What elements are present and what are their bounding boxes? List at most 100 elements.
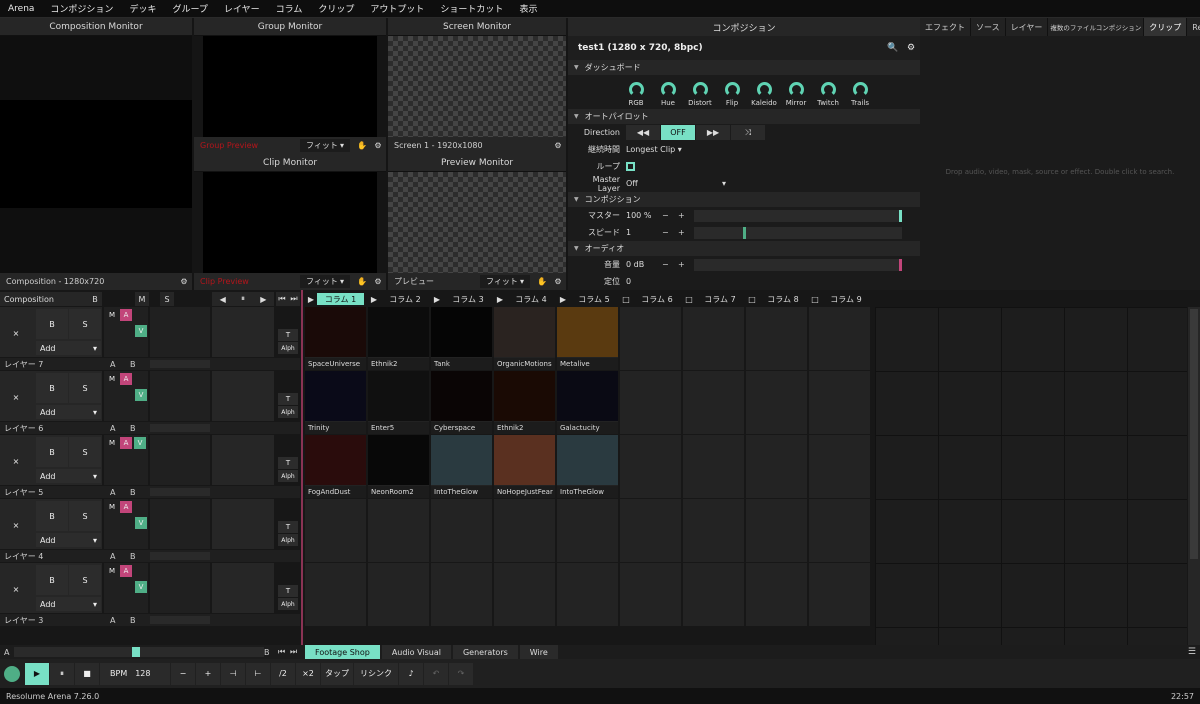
layer-t-button[interactable]: T <box>278 329 298 341</box>
loop-checkbox[interactable] <box>626 162 635 171</box>
skip-fwd-icon[interactable]: ⏭ <box>290 294 297 304</box>
layer-alpha-button[interactable]: Alph <box>278 470 298 482</box>
bypass-button[interactable]: B <box>36 437 68 467</box>
layer-v-button[interactable]: V <box>135 389 147 401</box>
layer-a-button[interactable]: A <box>120 501 132 513</box>
clip-slot[interactable] <box>746 499 808 563</box>
pause-button[interactable]: ⏸ <box>50 662 74 685</box>
skip-back-icon[interactable]: ⏮ <box>278 294 285 304</box>
composition-monitor-view[interactable] <box>0 36 192 273</box>
clip-thumbnail[interactable] <box>557 307 618 357</box>
clip-slot[interactable]: NeonRoom2 <box>368 435 430 499</box>
clip-slot[interactable] <box>431 499 493 563</box>
stop-button[interactable]: ■ <box>75 662 99 685</box>
prev-icon[interactable]: ◀ <box>220 295 226 304</box>
tab-layer[interactable]: レイヤー <box>1006 18 1049 36</box>
gear-icon[interactable]: ⚙ <box>902 43 920 53</box>
clip-thumbnail[interactable] <box>494 435 555 485</box>
plus-button[interactable]: + <box>678 228 694 237</box>
layer-a-button[interactable]: A <box>120 565 132 577</box>
column-header-2[interactable]: ▶ コラム 2 <box>368 292 430 306</box>
clip-slot[interactable]: Galactucity <box>557 371 619 435</box>
comp-m-button[interactable]: M <box>135 292 149 306</box>
knob-trails[interactable]: Trails <box>848 82 872 107</box>
clip-thumbnail[interactable] <box>557 371 618 421</box>
clip-slot[interactable]: SpaceUniverse <box>305 307 367 371</box>
clip-slot[interactable] <box>368 563 430 627</box>
layer-a-label[interactable]: A <box>110 360 130 369</box>
hand-icon[interactable]: ✋ <box>534 277 550 286</box>
clip-slot[interactable] <box>431 563 493 627</box>
clip-slot[interactable] <box>620 435 682 499</box>
layer-opacity-slider[interactable] <box>150 424 210 432</box>
layer-a-button[interactable]: A <box>120 309 132 321</box>
clip-slot[interactable] <box>620 371 682 435</box>
bpm-plus-button[interactable]: + <box>196 662 220 685</box>
add-effect-dropdown[interactable]: Add ▾ <box>36 597 101 611</box>
layer-name[interactable]: レイヤー 7 <box>0 359 110 370</box>
clip-slot[interactable] <box>620 307 682 371</box>
layer-t-button[interactable]: T <box>278 585 298 597</box>
clip-thumbnail[interactable] <box>305 307 366 357</box>
audio-section[interactable]: オーディオ <box>568 241 920 256</box>
clip-slot[interactable] <box>683 371 745 435</box>
column-header-7[interactable]: □ コラム 7 <box>683 292 745 306</box>
layer-name[interactable]: レイヤー 5 <box>0 487 110 498</box>
menu-group[interactable]: グループ <box>164 2 215 15</box>
gear-icon[interactable]: ⚙ <box>176 277 192 286</box>
rewind-button[interactable]: ◀◀ <box>626 125 660 140</box>
clip-slot[interactable]: Ethnik2 <box>368 307 430 371</box>
forward-button[interactable]: ▶▶ <box>696 125 730 140</box>
double-bpm-button[interactable]: ×2 <box>296 662 320 685</box>
clip-slot[interactable]: IntoTheGlow <box>431 435 493 499</box>
layer-b-label[interactable]: B <box>130 552 150 561</box>
column-header-9[interactable]: □ コラム 9 <box>809 292 871 306</box>
minus-button[interactable]: − <box>662 211 678 220</box>
metronome-icon[interactable]: ♪ <box>399 662 423 685</box>
clip-slot[interactable] <box>557 563 619 627</box>
checkbox-icon[interactable]: □ <box>620 295 632 304</box>
clip-slot[interactable] <box>746 563 808 627</box>
clip-slot[interactable]: Tank <box>431 307 493 371</box>
column-header-5[interactable]: ▶ コラム 5 <box>557 292 619 306</box>
layer-name[interactable]: レイヤー 4 <box>0 551 110 562</box>
layer-t-button[interactable]: T <box>278 393 298 405</box>
layer-opacity-slider[interactable] <box>150 488 210 496</box>
clip-thumbnail[interactable] <box>431 435 492 485</box>
clip-thumbnail[interactable] <box>431 307 492 357</box>
nudge-forward-button[interactable]: ⊢ <box>246 662 270 685</box>
hand-icon[interactable]: ✋ <box>354 141 370 150</box>
layer-name[interactable]: レイヤー 3 <box>0 615 110 626</box>
nudge-back-button[interactable]: ⊣ <box>221 662 245 685</box>
layer-v-button[interactable]: V <box>135 581 147 593</box>
clip-slot[interactable] <box>683 307 745 371</box>
duration-dropdown[interactable]: Longest Clip ▾ <box>626 145 682 154</box>
hand-icon[interactable]: ✋ <box>354 277 370 286</box>
clip-slot[interactable] <box>620 563 682 627</box>
layer-t-button[interactable]: T <box>278 457 298 469</box>
skip-fwd-icon[interactable]: ⏭ <box>290 647 297 657</box>
preview-monitor-view[interactable] <box>388 172 566 273</box>
clip-slot[interactable] <box>305 563 367 627</box>
redo-icon[interactable]: ↷ <box>449 662 473 685</box>
layer-opacity-slider[interactable] <box>150 616 210 624</box>
master-layer-dropdown[interactable]: Off ▾ <box>626 179 726 188</box>
gear-icon[interactable]: ⚙ <box>550 141 566 150</box>
layer-alpha-button[interactable]: Alph <box>278 598 298 610</box>
clip-thumbnail[interactable] <box>557 435 618 485</box>
play-icon[interactable]: ▶ <box>305 295 317 304</box>
play-icon[interactable]: ▶ <box>431 295 443 304</box>
checkbox-icon[interactable]: □ <box>746 295 758 304</box>
clip-thumbnail[interactable] <box>305 435 366 485</box>
layer-a-label[interactable]: A <box>110 424 130 433</box>
shuffle-button[interactable]: ⤨ <box>731 125 765 140</box>
close-icon[interactable]: × <box>4 321 28 345</box>
undo-icon[interactable]: ↶ <box>424 662 448 685</box>
column-header-8[interactable]: □ コラム 8 <box>746 292 808 306</box>
globe-icon[interactable] <box>0 662 24 685</box>
layer-b-label[interactable]: B <box>130 360 150 369</box>
crossfader-a[interactable]: A <box>4 648 9 657</box>
knob-rgb[interactable]: RGB <box>624 82 648 107</box>
clip-slot[interactable] <box>809 563 871 627</box>
layer-v-button[interactable]: V <box>135 325 147 337</box>
